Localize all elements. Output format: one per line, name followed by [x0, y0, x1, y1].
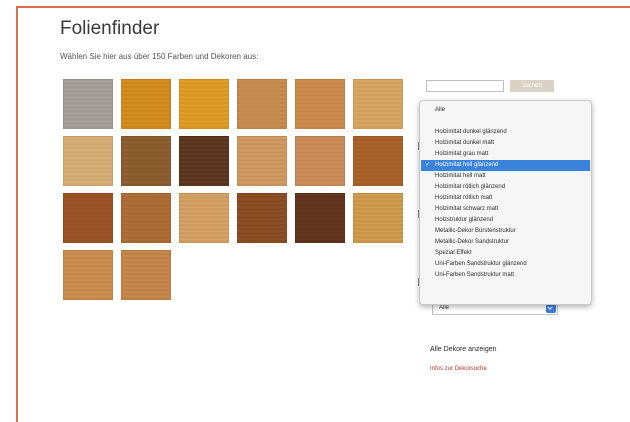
- frame-left-border: [16, 6, 18, 422]
- dropdown-option[interactable]: Holzimitat rötlich glänzend: [421, 182, 590, 193]
- chevron-down-icon[interactable]: [546, 304, 556, 313]
- dropdown-option[interactable]: ✓ Holzimitat hell glänzend: [421, 160, 590, 171]
- dropdown-option[interactable]: Uni-Farben Sandstruktur glänzend: [421, 259, 590, 270]
- swatch-tile[interactable]: [63, 250, 113, 300]
- swatch-tile[interactable]: [121, 250, 171, 300]
- swatch-tile[interactable]: [295, 193, 345, 243]
- page-title: Folienfinder: [60, 18, 160, 39]
- dropdown-option-label: Uni-Farben Sandstruktur matt: [435, 272, 515, 278]
- dropdown-option[interactable]: Holzimitat rötlich matt: [421, 193, 590, 204]
- search-button[interactable]: suchen: [510, 80, 554, 92]
- swatch-tile[interactable]: [237, 79, 287, 129]
- dropdown-option[interactable]: Uni-Farben Sandstruktur matt: [421, 270, 590, 281]
- swatch-tile[interactable]: [179, 136, 229, 186]
- swatch-tile[interactable]: [179, 193, 229, 243]
- decor-search-info-link[interactable]: Infos zur Dekorsuche: [430, 366, 487, 372]
- swatch-tile[interactable]: [353, 136, 403, 186]
- dropdown-option[interactable]: Holzimitat dunkel matt: [421, 138, 590, 149]
- swatch-tile[interactable]: [121, 79, 171, 129]
- dropdown-option[interactable]: Holzstruktur glänzend: [421, 215, 590, 226]
- filter-select-value: Alle: [439, 305, 450, 311]
- page-subtitle: Wählen Sie hier aus über 150 Farben und …: [60, 52, 259, 61]
- swatch-grid: [63, 79, 423, 304]
- checkmark-icon: ✓: [425, 162, 431, 168]
- swatch-tile[interactable]: [295, 136, 345, 186]
- swatch-tile[interactable]: [121, 136, 171, 186]
- dropdown-option[interactable]: Spezial Effekt: [421, 248, 590, 259]
- frame-top-border: [16, 6, 630, 8]
- dropdown-option-label: Uni-Farben Sandstruktur glänzend: [435, 261, 527, 267]
- dropdown-option[interactable]: Metallic-Dekor Sandstruktur: [421, 237, 590, 248]
- search-input[interactable]: [426, 80, 504, 92]
- show-all-decors-link[interactable]: Alle Dekore anzeigen: [430, 346, 497, 353]
- dropdown-option[interactable]: Holzimitat schwarz matt: [421, 204, 590, 215]
- swatch-tile[interactable]: [179, 79, 229, 129]
- dropdown-option-label: Holzimitat dunkel matt: [435, 140, 495, 146]
- dropdown-option-label: Holzstruktur glänzend: [435, 217, 494, 223]
- dropdown-option[interactable]: Metallic-Dekor Bürstenstruktur: [421, 226, 590, 237]
- swatch-tile[interactable]: [237, 193, 287, 243]
- dropdown-option-label: Holzimitat hell matt: [435, 173, 486, 179]
- swatch-tile[interactable]: [353, 79, 403, 129]
- swatch-tile[interactable]: [63, 79, 113, 129]
- swatch-tile[interactable]: [353, 193, 403, 243]
- swatch-tile[interactable]: [237, 136, 287, 186]
- dropdown-option[interactable]: Holzimitat hell matt: [421, 171, 590, 182]
- dropdown-option-label: Holzimitat hell glänzend: [435, 162, 499, 168]
- dropdown-option[interactable]: Holzimitat dunkel glänzend: [421, 127, 590, 138]
- category-dropdown[interactable]: Alle Holzimitat dunkel glänzend Holzimita…: [419, 100, 592, 305]
- swatch-tile[interactable]: [63, 193, 113, 243]
- dropdown-option-label: Metallic-Dekor Sandstruktur: [435, 239, 510, 245]
- swatch-tile[interactable]: [63, 136, 113, 186]
- dropdown-option-label: Metallic-Dekor Bürstenstruktur: [435, 228, 516, 234]
- dropdown-option-label: Holzimitat rötlich glänzend: [435, 184, 506, 190]
- dropdown-option-label: Holzimitat dunkel glänzend: [435, 129, 507, 135]
- dropdown-option-label: Spezial Effekt: [435, 250, 472, 256]
- dropdown-option[interactable]: Holzimitat grau matt: [421, 149, 590, 160]
- dropdown-option-label: Holzimitat schwarz matt: [435, 206, 499, 212]
- swatch-tile[interactable]: [121, 193, 171, 243]
- dropdown-option-label: Holzimitat rötlich matt: [435, 195, 493, 201]
- dropdown-option-all[interactable]: Alle: [421, 105, 590, 116]
- swatch-tile[interactable]: [295, 79, 345, 129]
- dropdown-option-label: Holzimitat grau matt: [435, 151, 489, 157]
